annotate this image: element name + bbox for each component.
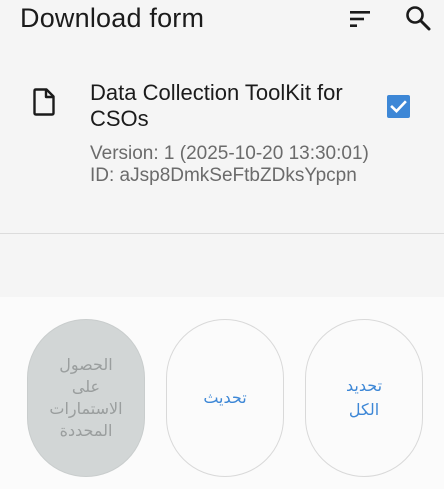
select-all-label: تحديد الكل [345, 376, 383, 419]
form-checkbox[interactable] [387, 95, 410, 118]
get-selected-label: الحصول على الاستمارات المحددة [49, 355, 123, 440]
get-selected-button[interactable]: الحصول على الاستمارات المحددة [27, 319, 145, 477]
search-icon[interactable] [404, 4, 432, 32]
sort-icon-glyph [350, 11, 370, 27]
file-icon-glyph [33, 88, 55, 116]
sort-icon[interactable] [348, 7, 372, 31]
form-list: Data Collection ToolKit for CSOs Version… [0, 44, 444, 234]
divider [0, 233, 444, 234]
app-bar: Download form [0, 0, 444, 44]
action-bar: الحصول على الاستمارات المحددة تحديث تحدي… [0, 297, 444, 489]
search-icon-glyph [406, 6, 431, 31]
refresh-label: تحديث [203, 388, 247, 407]
refresh-button[interactable]: تحديث [166, 319, 284, 477]
page-title: Download form [20, 3, 205, 33]
form-title: Data Collection ToolKit for CSOs [90, 80, 343, 131]
list-item[interactable]: Data Collection ToolKit for CSOs Version… [0, 44, 444, 234]
check-icon [390, 100, 407, 114]
file-icon [33, 88, 55, 116]
select-all-button[interactable]: تحديد الكل [305, 319, 423, 477]
form-version-id: Version: 1 (2025-10-20 13:30:01) ID: aJs… [90, 143, 369, 186]
